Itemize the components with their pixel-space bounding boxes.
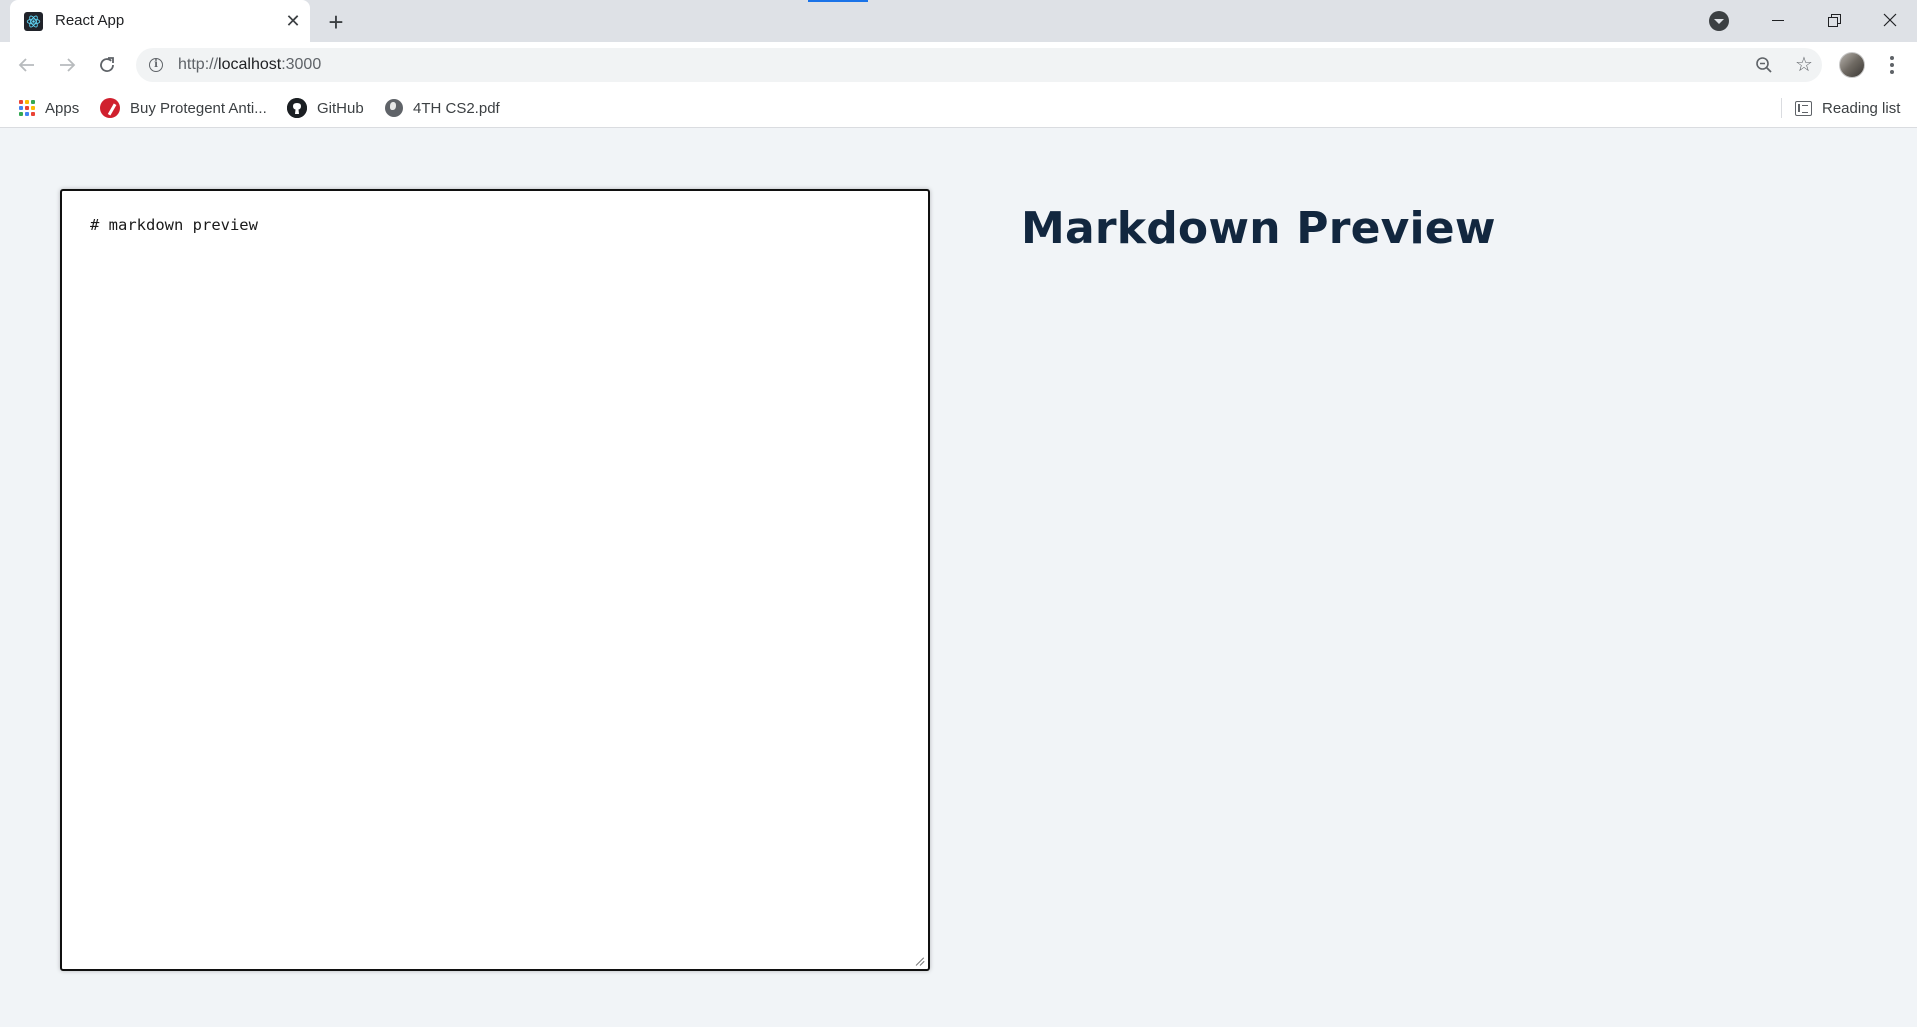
apps-grid-dot bbox=[25, 100, 29, 104]
arrow-left-icon bbox=[18, 58, 34, 72]
minimize-button[interactable] bbox=[1750, 0, 1806, 40]
markdown-editor[interactable]: # markdown preview bbox=[60, 189, 930, 971]
close-icon bbox=[1883, 13, 1897, 27]
bookmark-github[interactable]: GitHub bbox=[287, 96, 364, 120]
reload-button[interactable] bbox=[93, 51, 121, 79]
address-bar[interactable]: i http://localhost:3000 bbox=[136, 48, 1822, 82]
minimize-icon bbox=[1772, 19, 1784, 21]
profile-avatar[interactable] bbox=[1839, 52, 1865, 78]
protegent-icon bbox=[100, 98, 120, 118]
tab-title: React App bbox=[55, 12, 125, 29]
reading-list-button[interactable]: Reading list bbox=[1795, 96, 1900, 120]
reload-icon bbox=[100, 57, 114, 72]
restore-button[interactable] bbox=[1806, 0, 1862, 40]
apps-grid-dot bbox=[19, 106, 23, 110]
zoom-out-icon[interactable] bbox=[1750, 51, 1778, 79]
apps-grid-icon bbox=[19, 100, 35, 116]
tab-react-app[interactable]: React App ✕ bbox=[10, 0, 310, 42]
url-port: :3000 bbox=[281, 56, 322, 73]
url-scheme: http:// bbox=[178, 56, 219, 73]
info-icon[interactable]: i bbox=[149, 58, 163, 72]
bookmarks-bar: Apps Buy Protegent Anti... GitHub 4TH CS… bbox=[0, 88, 1917, 128]
url-host: localhost bbox=[218, 56, 282, 73]
tab-strip: React App ✕ + bbox=[0, 0, 1917, 42]
tab-search-icon[interactable] bbox=[1709, 11, 1729, 31]
bookmark-label: Buy Protegent Anti... bbox=[130, 99, 267, 117]
url-text[interactable]: http://localhost:3000 bbox=[178, 56, 321, 74]
apps-grid-dot bbox=[25, 112, 29, 116]
apps-grid-dot bbox=[31, 112, 35, 116]
bookmark-label: 4TH CS2.pdf bbox=[413, 99, 500, 117]
reading-list-label: Reading list bbox=[1822, 99, 1901, 117]
apps-grid-dot bbox=[19, 112, 23, 116]
bookmark-label: Apps bbox=[45, 99, 80, 117]
restore-icon bbox=[1828, 14, 1841, 27]
bookmark-pdf[interactable]: 4TH CS2.pdf bbox=[385, 96, 500, 120]
page-content: # markdown preview Markdown Preview bbox=[0, 129, 1917, 1027]
arrow-right-icon bbox=[60, 58, 76, 72]
bookmark-protegent[interactable]: Buy Protegent Anti... bbox=[100, 96, 267, 120]
bookmark-star-icon[interactable]: ☆ bbox=[1790, 51, 1818, 79]
apps-grid-dot bbox=[25, 106, 29, 110]
kebab-menu-icon[interactable] bbox=[1882, 51, 1902, 79]
apps-grid-dot bbox=[19, 100, 23, 104]
close-window-button[interactable] bbox=[1862, 0, 1917, 40]
bookmark-apps[interactable]: Apps bbox=[19, 96, 79, 120]
new-tab-button[interactable]: + bbox=[322, 8, 350, 36]
loading-indicator bbox=[808, 0, 868, 2]
github-icon bbox=[287, 98, 307, 118]
apps-grid-dot bbox=[31, 100, 35, 104]
browser-toolbar: i http://localhost:3000 ☆ bbox=[0, 42, 1917, 88]
bookmark-label: GitHub bbox=[317, 99, 364, 117]
bookmarks-divider bbox=[1781, 98, 1782, 118]
reading-list-icon bbox=[1795, 100, 1812, 116]
tab-close-icon[interactable]: ✕ bbox=[282, 10, 304, 32]
preview-heading: Markdown Preview bbox=[1021, 203, 1496, 254]
react-icon bbox=[24, 12, 43, 31]
globe-icon bbox=[385, 99, 403, 117]
apps-grid-dot bbox=[31, 106, 35, 110]
forward-button[interactable] bbox=[53, 51, 81, 79]
back-button[interactable] bbox=[13, 51, 41, 79]
resize-handle-icon[interactable] bbox=[916, 957, 926, 967]
